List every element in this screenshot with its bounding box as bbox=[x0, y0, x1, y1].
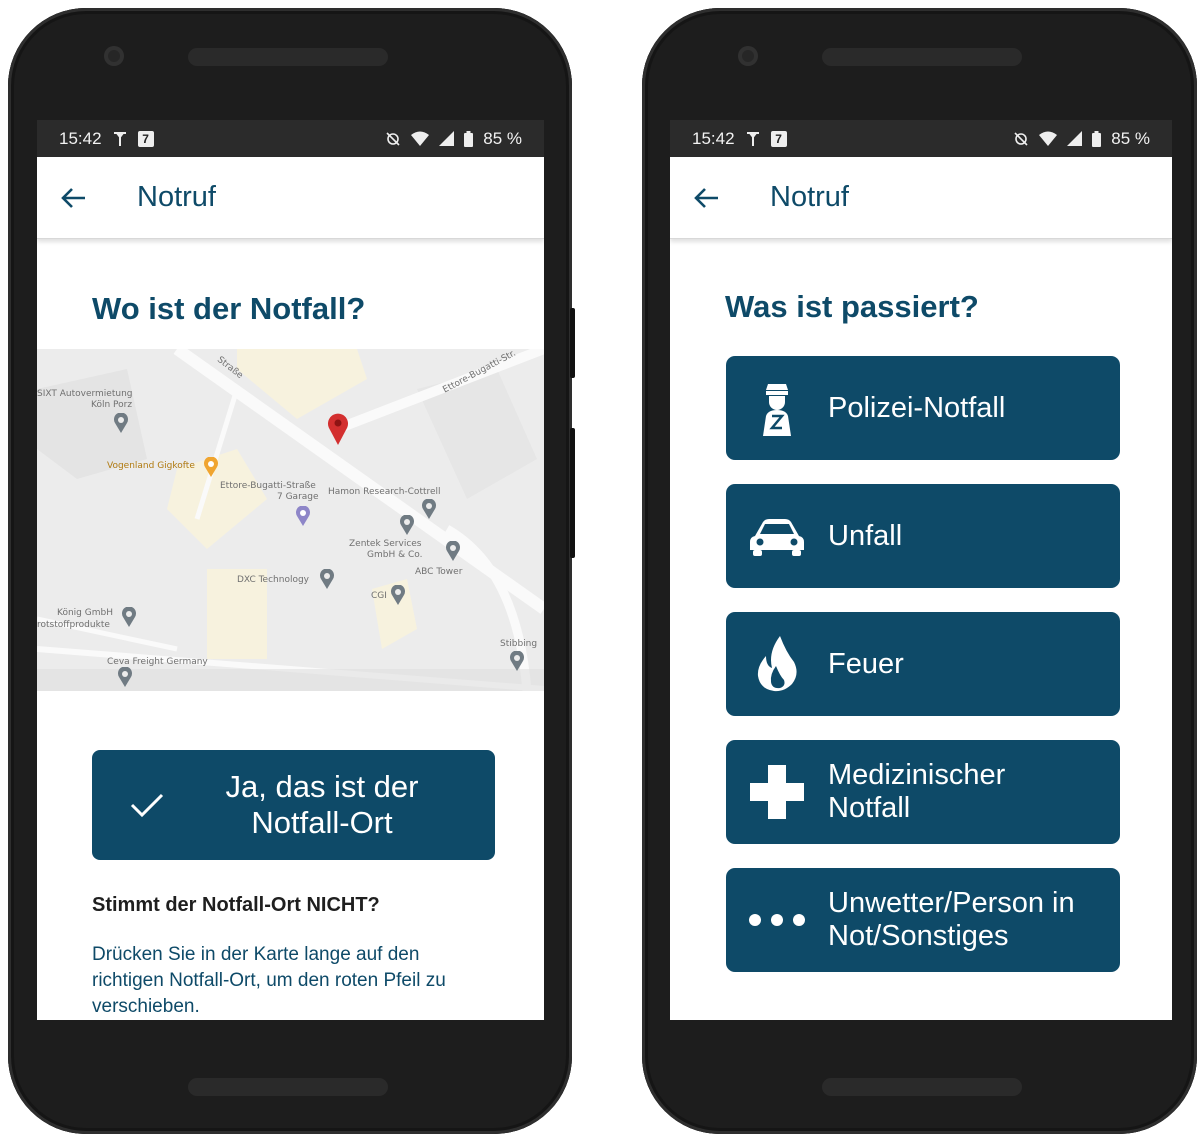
screen-incident-type: 15:42 7 85 % Notruf Was ist passiert? Po… bbox=[670, 120, 1172, 1020]
category-label: Unfall bbox=[828, 519, 903, 552]
category-label: Feuer bbox=[828, 647, 904, 680]
bottom-speaker bbox=[822, 1078, 1022, 1096]
check-icon bbox=[92, 792, 202, 818]
map-label: Zentek Services bbox=[349, 539, 422, 549]
accident-button[interactable]: Unfall bbox=[726, 484, 1120, 588]
notification-badge: 7 bbox=[770, 130, 787, 147]
map-place-icon[interactable] bbox=[295, 506, 311, 526]
antenna-icon bbox=[113, 131, 126, 146]
app-bar: Notruf bbox=[670, 157, 1172, 239]
fire-button[interactable]: Feuer bbox=[726, 612, 1120, 716]
antenna-icon bbox=[746, 131, 759, 146]
location-marker-icon[interactable] bbox=[327, 413, 349, 445]
other-emergency-button[interactable]: Unwetter/Person in Not/Sonstiges bbox=[726, 868, 1120, 972]
phone-frame-right: 15:42 7 85 % Notruf Was ist passiert? Po… bbox=[642, 8, 1197, 1134]
map-label: DXC Technology bbox=[237, 575, 309, 585]
bottom-speaker bbox=[188, 1078, 388, 1096]
status-bar: 15:42 7 85 % bbox=[37, 120, 544, 157]
map-place-icon[interactable] bbox=[390, 585, 406, 605]
status-time: 15:42 bbox=[692, 128, 735, 148]
map-place-icon[interactable] bbox=[113, 413, 129, 433]
car-crash-icon bbox=[726, 516, 828, 556]
map-label: Hamon Research-Cottrell bbox=[328, 487, 441, 497]
map-place-icon[interactable] bbox=[445, 541, 461, 561]
wifi-icon bbox=[1039, 131, 1058, 146]
medical-cross-icon bbox=[726, 763, 828, 821]
map-place-icon[interactable] bbox=[399, 515, 415, 535]
back-arrow-icon[interactable] bbox=[61, 183, 91, 213]
alarm-off-icon bbox=[386, 131, 400, 146]
phone-frame-left: 15:42 7 85 % Notruf Wo ist der Notfall? bbox=[8, 8, 575, 1134]
battery-icon bbox=[464, 130, 474, 147]
map-label: CGI bbox=[371, 591, 387, 601]
back-arrow-icon[interactable] bbox=[694, 183, 724, 213]
screen-location: 15:42 7 85 % Notruf Wo ist der Notfall? bbox=[37, 120, 544, 1020]
map-place-icon[interactable] bbox=[319, 569, 335, 589]
notification-badge: 7 bbox=[137, 130, 154, 147]
police-officer-icon bbox=[726, 380, 828, 436]
map-label: SIXT Autovermietung bbox=[37, 389, 133, 399]
front-camera bbox=[738, 46, 758, 66]
medical-emergency-button[interactable]: Medizinischer Notfall bbox=[726, 740, 1120, 844]
police-emergency-button[interactable]: Polizei-Notfall bbox=[726, 356, 1120, 460]
map-label: Köln Porz bbox=[91, 400, 133, 410]
battery-percent: 85 % bbox=[483, 128, 522, 148]
front-camera bbox=[104, 46, 124, 66]
wrong-location-question: Stimmt der Notfall-Ort NICHT? bbox=[92, 894, 380, 916]
map-place-icon[interactable] bbox=[509, 651, 525, 671]
earpiece-speaker bbox=[822, 48, 1022, 66]
power-button bbox=[570, 428, 575, 558]
map-label: Ettore-Bugatti-Straße bbox=[220, 481, 316, 491]
status-bar: 15:42 7 85 % bbox=[670, 120, 1172, 157]
more-dots-icon bbox=[726, 913, 828, 927]
map-label: GmbH & Co. bbox=[367, 550, 423, 560]
map-label: ABC Tower bbox=[415, 567, 463, 577]
app-bar: Notruf bbox=[37, 157, 544, 239]
location-heading: Wo ist der Notfall? bbox=[92, 291, 366, 326]
alarm-off-icon bbox=[1014, 131, 1028, 146]
status-time: 15:42 bbox=[59, 128, 102, 148]
battery-percent: 85 % bbox=[1111, 128, 1150, 148]
signal-icon bbox=[1067, 131, 1083, 146]
map-place-icon[interactable] bbox=[117, 667, 133, 687]
category-label: Polizei-Notfall bbox=[828, 391, 1006, 424]
map-label: Stibbing bbox=[500, 639, 538, 649]
fire-icon bbox=[726, 636, 828, 692]
confirm-location-button[interactable]: Ja, das ist der Notfall-Ort bbox=[92, 750, 495, 860]
map-label: König GmbH bbox=[57, 608, 113, 618]
battery-icon bbox=[1092, 130, 1102, 147]
wifi-icon bbox=[411, 131, 430, 146]
volume-button bbox=[570, 308, 575, 378]
incident-category-list: Polizei-Notfall Unfall Feuer Medizinisch… bbox=[726, 356, 1120, 996]
incident-heading: Was ist passiert? bbox=[725, 289, 979, 324]
map-hint-text: Drücken Sie in der Karte lange auf den r… bbox=[92, 944, 446, 1017]
map-place-icon[interactable] bbox=[121, 607, 137, 627]
earpiece-speaker bbox=[188, 48, 388, 66]
map-label: 7 Garage bbox=[277, 492, 319, 502]
signal-icon bbox=[439, 131, 455, 146]
map-place-icon[interactable] bbox=[421, 499, 437, 519]
map-label: Vogenland Gigkofte bbox=[107, 461, 195, 471]
map-label: rotstoffprodukte bbox=[37, 620, 110, 630]
map-label: Ceva Freight Germany bbox=[107, 657, 208, 667]
location-map[interactable]: SIXT Autovermietung Köln Porz Vogenland … bbox=[37, 349, 544, 691]
map-place-icon[interactable] bbox=[203, 457, 219, 477]
confirm-location-label: Ja, das ist der Notfall-Ort bbox=[225, 769, 419, 840]
page-title: Notruf bbox=[137, 181, 216, 213]
page-title: Notruf bbox=[770, 181, 849, 213]
category-label: Medizinischer Notfall bbox=[828, 759, 1006, 824]
category-label: Unwetter/Person in Not/Sonstiges bbox=[828, 887, 1075, 952]
